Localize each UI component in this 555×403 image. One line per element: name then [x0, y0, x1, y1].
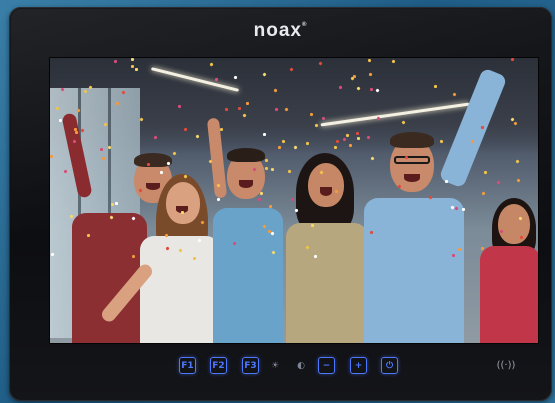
- nfc-icon: ((·)): [496, 359, 516, 371]
- confetti-piece: [130, 64, 135, 69]
- control-bar: F1 F2 F3 ☀ ◐ − + ⏻: [9, 357, 552, 377]
- confetti-piece: [444, 179, 449, 184]
- person-right-woman: [470, 198, 538, 343]
- confetti-piece: [245, 101, 250, 106]
- confetti-piece: [480, 246, 485, 251]
- confetti-piece: [515, 159, 520, 164]
- confetti-piece: [159, 170, 164, 175]
- confetti-piece: [50, 155, 53, 158]
- confetti-piece: [237, 106, 242, 111]
- confetti-piece: [257, 197, 262, 202]
- minus-button[interactable]: −: [318, 357, 335, 374]
- confetti-piece: [356, 136, 361, 141]
- confetti-piece: [114, 201, 119, 206]
- confetti-piece: [58, 118, 63, 123]
- confetti-piece: [192, 256, 197, 261]
- confetti-piece: [99, 147, 104, 152]
- confetti-piece: [333, 145, 338, 150]
- contrast-icon[interactable]: ◐: [294, 357, 308, 374]
- confetti-piece: [110, 202, 115, 207]
- plus-button[interactable]: +: [350, 357, 367, 374]
- brand-registered-mark: ®: [301, 22, 308, 28]
- confetti-piece: [262, 132, 267, 137]
- confetti-piece: [232, 241, 237, 246]
- monitor-device: noax® F1 F2 F3 ☀ ◐ − + ⏻ ((·)): [9, 7, 552, 401]
- confetti-piece: [461, 207, 466, 212]
- confetti-piece: [74, 130, 79, 135]
- confetti-piece: [73, 127, 78, 132]
- confetti-piece: [334, 189, 339, 194]
- confetti-piece: [290, 197, 295, 202]
- confetti-piece: [516, 178, 521, 183]
- brand-name: noax: [253, 20, 302, 41]
- confetti-piece: [115, 101, 120, 106]
- confetti-piece: [146, 162, 151, 167]
- confetti-piece: [305, 141, 310, 146]
- confetti-piece: [434, 85, 437, 88]
- confetti-piece: [268, 204, 273, 209]
- confetti-piece: [259, 191, 264, 196]
- confetti-piece: [86, 233, 91, 238]
- f2-button[interactable]: F2: [210, 357, 227, 374]
- f3-button[interactable]: F3: [242, 357, 259, 374]
- f1-button[interactable]: F1: [179, 357, 196, 374]
- brightness-icon[interactable]: ☀: [268, 357, 282, 374]
- confetti-piece: [270, 167, 275, 172]
- confetti-piece: [172, 151, 177, 156]
- confetti-piece: [130, 58, 135, 62]
- power-button[interactable]: ⏻: [381, 357, 398, 374]
- confetti-piece: [219, 127, 224, 132]
- confetti-piece: [134, 67, 139, 72]
- confetti-piece: [69, 214, 74, 219]
- display-screen: [49, 57, 539, 344]
- brand-logo: noax®: [9, 20, 552, 42]
- confetti-piece: [177, 104, 182, 109]
- confetti-piece: [267, 229, 272, 234]
- confetti-piece: [345, 133, 350, 138]
- confetti-piece: [180, 210, 185, 215]
- confetti-piece: [113, 59, 118, 64]
- confetti-piece: [264, 158, 269, 163]
- confetti-piece: [355, 131, 360, 136]
